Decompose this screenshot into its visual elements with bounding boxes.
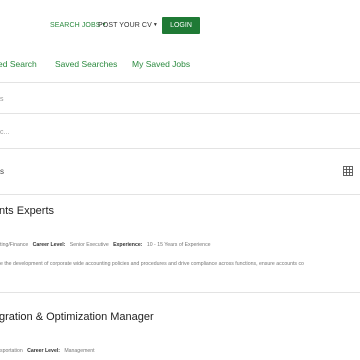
login-button[interactable]: LOGIN: [162, 17, 200, 34]
career-level-label: Career Level:: [27, 348, 60, 354]
divider: [0, 148, 360, 149]
divider: [0, 194, 360, 195]
top-navbar: SEARCH JOBS ▼ POST YOUR CV▼ LOGIN: [0, 0, 360, 54]
career-level-value: Senior Executive: [69, 242, 109, 248]
tab-saved-searches[interactable]: Saved Searches: [55, 59, 117, 69]
experience-value: 10 - 15 Years of Experience: [146, 242, 211, 248]
job-title[interactable]: nts Experts: [0, 205, 54, 217]
job-description: e the development of corporate wide acco…: [0, 261, 304, 267]
job-meta: sportation Career Level: Management: [0, 348, 95, 354]
career-level-label: Career Level:: [32, 242, 66, 248]
divider: [0, 292, 360, 293]
divider: [0, 82, 360, 83]
chevron-down-icon: ▼: [152, 22, 158, 28]
search-jobs-label: SEARCH JOBS: [50, 22, 101, 29]
job-meta: ting/Finance Career Level: Senior Execut…: [0, 242, 211, 248]
results-label: s: [0, 167, 4, 176]
keyword-filter-field[interactable]: c...: [0, 129, 9, 136]
tab-advanced-search[interactable]: ed Search: [0, 59, 37, 69]
experience-label: Experience:: [113, 242, 143, 248]
divider: [0, 113, 360, 114]
job-sector: ting/Finance: [0, 242, 29, 248]
job-title[interactable]: gration & Optimization Manager: [0, 311, 154, 323]
career-level-value: Management: [64, 348, 95, 354]
job-sector: sportation: [0, 348, 23, 354]
tab-my-saved-jobs[interactable]: My Saved Jobs: [132, 59, 190, 69]
grid-view-icon[interactable]: [343, 166, 353, 176]
post-cv-label: POST YOUR CV: [98, 22, 152, 29]
post-cv-menu[interactable]: POST YOUR CV▼: [98, 22, 158, 29]
filter-field[interactable]: s: [0, 96, 4, 103]
